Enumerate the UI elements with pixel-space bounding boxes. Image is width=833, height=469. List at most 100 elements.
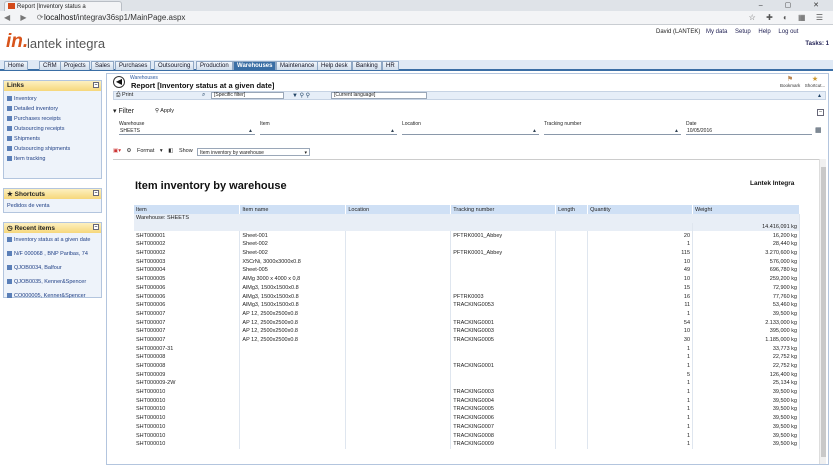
cell-item-name <box>239 439 347 449</box>
browser-toolbar-icons[interactable]: ☆ ✚ ◐ ▦ ☰ <box>749 13 827 22</box>
filter-select[interactable]: [Specific filter] <box>211 92 284 99</box>
format-button[interactable]: ⚙ Format ▾ <box>127 148 163 154</box>
menu-home[interactable]: Home <box>4 61 29 70</box>
menu-sales[interactable]: Sales <box>91 61 115 70</box>
help-link[interactable]: Help <box>758 29 770 35</box>
links-panel-header[interactable]: Links – <box>4 81 101 91</box>
menu-hr[interactable]: HR <box>382 61 399 70</box>
menu-projects[interactable]: Projects <box>60 61 90 70</box>
cell-location <box>345 431 452 440</box>
browser-tab[interactable]: Report [Inventory status a <box>4 1 122 11</box>
link-outsourcing-shipments[interactable]: Outsourcing shipments <box>4 144 101 154</box>
table-row[interactable]: SHT000007 AP 12, 2500x2500x0.8 TRACKING000… <box>134 318 800 327</box>
table-row[interactable]: SHT000004 Sheet-005 49 696,780 kg <box>134 266 800 275</box>
link-outsourcing-receipts[interactable]: Outsourcing receipts <box>4 124 101 134</box>
collapse-icon[interactable]: – <box>93 224 99 230</box>
table-row[interactable]: SHT000006 AlMg3, 1500x1500x0.8 PFTRK0003 16… <box>134 292 800 301</box>
dropdown-icon[interactable]: ▲ <box>674 128 679 134</box>
dropdown-icon[interactable]: ▲ <box>390 128 395 134</box>
cell-weight: 39,500 kg <box>692 309 800 319</box>
menu-production[interactable]: Production <box>196 61 233 70</box>
cell-item-name: Sheet-005 <box>239 266 347 275</box>
table-row[interactable]: SHT000002 Sheet-002 1 28,440 kg <box>134 240 800 249</box>
my-data-link[interactable]: My data <box>706 29 727 35</box>
warehouse-field[interactable]: SHEETS ▲ <box>119 127 255 135</box>
cell-quantity: 1 <box>587 240 694 249</box>
recent-item[interactable]: Inventory status at a given date <box>4 235 101 245</box>
back-button[interactable]: ◀ <box>113 76 125 88</box>
table-row[interactable]: SHT000003 X5CrNi, 3000x3000x0.8 10 576,000 … <box>134 257 800 267</box>
menu-crm[interactable]: CRM <box>39 61 61 70</box>
menu-help-desk[interactable]: Help desk <box>317 61 352 70</box>
menu-banking[interactable]: Banking <box>352 61 382 70</box>
link-shipments[interactable]: Shipments <box>4 134 101 144</box>
browser-nav-buttons[interactable]: ◀ ▶ ⟳ <box>4 13 47 22</box>
collapse-toolbar-icon[interactable]: ▴ <box>818 92 821 99</box>
recent-panel-header[interactable]: ◷ Recent items – <box>4 223 101 233</box>
table-row[interactable]: SHT000008 1 22,752 kg <box>134 353 800 362</box>
date-field[interactable]: 10/05/2016 <box>686 127 812 135</box>
table-row[interactable]: SHT000006 AlMg3, 1500x1500x0.8 15 72,900 kg <box>134 283 800 293</box>
apply-button[interactable]: ⚲ Apply <box>155 108 174 114</box>
table-row[interactable]: SHT000010 TRACKING0005 1 39,500 kg <box>134 405 800 414</box>
table-row[interactable]: SHT000002 Sheet-002 PFTRK0001_Abbey 115 3.27… <box>134 248 800 258</box>
collapse-icon[interactable]: – <box>93 190 99 196</box>
recent-item[interactable]: N/F 000068 , BNP Paribas, 74 <box>4 245 101 259</box>
menu-outsourcing[interactable]: Outsourcing <box>154 61 195 70</box>
table-row[interactable]: SHT000005 AlMg 3000 x 4000 x 0,8 10 259,200… <box>134 274 800 284</box>
table-row[interactable]: SHT000007-31 1 33,773 kg <box>134 344 800 353</box>
scrollbar-thumb[interactable] <box>821 167 826 457</box>
link-inventory[interactable]: Inventory <box>4 94 101 104</box>
table-row[interactable]: SHT000010 TRACKING0009 1 39,500 kg <box>134 439 800 449</box>
table-row[interactable]: SHT000010 TRACKING0004 1 39,500 kg <box>134 396 800 406</box>
menu-warehouses[interactable]: Warehouses <box>233 61 277 70</box>
tasks-indicator[interactable]: Tasks: 1 <box>805 41 829 47</box>
table-row[interactable]: SHT000010 TRACKING0008 1 39,500 kg <box>134 431 800 440</box>
location-field[interactable]: ▲ <box>402 127 539 135</box>
filter-header[interactable]: ▾ Filter <box>113 107 134 115</box>
menu-maintenance[interactable]: Maintenance <box>276 61 319 70</box>
link-detailed-inventory[interactable]: Detailed inventory <box>4 104 101 114</box>
table-row[interactable]: SHT000009 5 126,400 kg <box>134 370 800 380</box>
table-row[interactable]: SHT000010 TRACKING0006 1 39,500 kg <box>134 413 800 423</box>
collapse-icon[interactable]: – <box>93 82 99 88</box>
dropdown-icon[interactable]: ▲ <box>248 128 253 134</box>
shortcuts-panel-header[interactable]: ★ Shortcuts – <box>4 189 101 199</box>
table-row[interactable]: SHT000006 AlMg3, 1500x1500x0.8 TRACKING005… <box>134 300 800 310</box>
calendar-icon[interactable]: ▦ <box>815 126 822 134</box>
setup-link[interactable]: Setup <box>735 29 751 35</box>
window-controls[interactable]: – ▢ ✕ <box>759 1 829 9</box>
recent-item[interactable]: CO000005, Kenner&Spencer <box>4 287 101 301</box>
tracking-field[interactable]: ▲ <box>544 127 681 135</box>
link-purchases-receipts[interactable]: Purchases receipts <box>4 114 101 124</box>
print-button[interactable]: ⎙ Print <box>116 92 133 99</box>
report-scrollbar[interactable] <box>819 159 826 464</box>
menu-purchases[interactable]: Purchases <box>115 61 152 70</box>
table-row[interactable]: SHT000010 TRACKING0007 1 39,500 kg <box>134 422 800 432</box>
table-row[interactable]: SHT000010 TRACKING0003 1 39,500 kg <box>134 387 800 397</box>
table-row[interactable]: SHT000001 Sheet-001 PFTRK0001_Abbey 20 16,20… <box>134 231 800 241</box>
dropdown-icon[interactable]: ▲ <box>532 128 537 134</box>
bookmark-button[interactable]: ⚑ Bookmark <box>780 75 800 88</box>
search-icon[interactable]: ⌕ <box>202 92 205 99</box>
table-row[interactable]: SHT000009-2W 1 25,134 kg <box>134 379 800 388</box>
url-field[interactable]: localhost/integrav36sp1/MainPage.aspx <box>44 13 185 22</box>
shortcut-pedidos[interactable]: Pedidos de venta <box>4 199 101 211</box>
recent-item[interactable]: QJOB0034, Balfour <box>4 259 101 273</box>
table-row[interactable]: SHT000007 AP 12, 2500x2500x0.8 TRACKING000… <box>134 335 800 345</box>
collapse-filter-icon[interactable]: – <box>817 109 824 116</box>
shortcut-button[interactable]: ★ Shortcut... <box>803 75 827 88</box>
report-select[interactable]: Item inventory by warehouse ▾ <box>197 148 310 156</box>
cell-location <box>345 439 452 449</box>
table-row[interactable]: SHT000007 AP 12, 2500x2500x0.8 1 39,500 kg <box>134 309 800 319</box>
logout-link[interactable]: Log out <box>778 29 798 35</box>
table-row[interactable]: SHT000008 TRACKING0001 1 22,752 kg <box>134 361 800 371</box>
filter-icon[interactable]: ▼ ⚲ ⚲ <box>292 92 310 99</box>
cell-quantity: 11 <box>587 300 694 310</box>
export-icon[interactable]: ▣▾ <box>113 148 121 154</box>
table-row[interactable]: SHT000007 AP 12, 2500x2500x0.8 TRACKING000… <box>134 326 800 336</box>
language-select[interactable]: [Current language] <box>331 92 427 99</box>
link-item-tracking[interactable]: Item tracking <box>4 154 101 164</box>
recent-item[interactable]: QJOB0035, Kenner&Spencer <box>4 273 101 287</box>
item-field[interactable]: ▲ <box>260 127 397 135</box>
